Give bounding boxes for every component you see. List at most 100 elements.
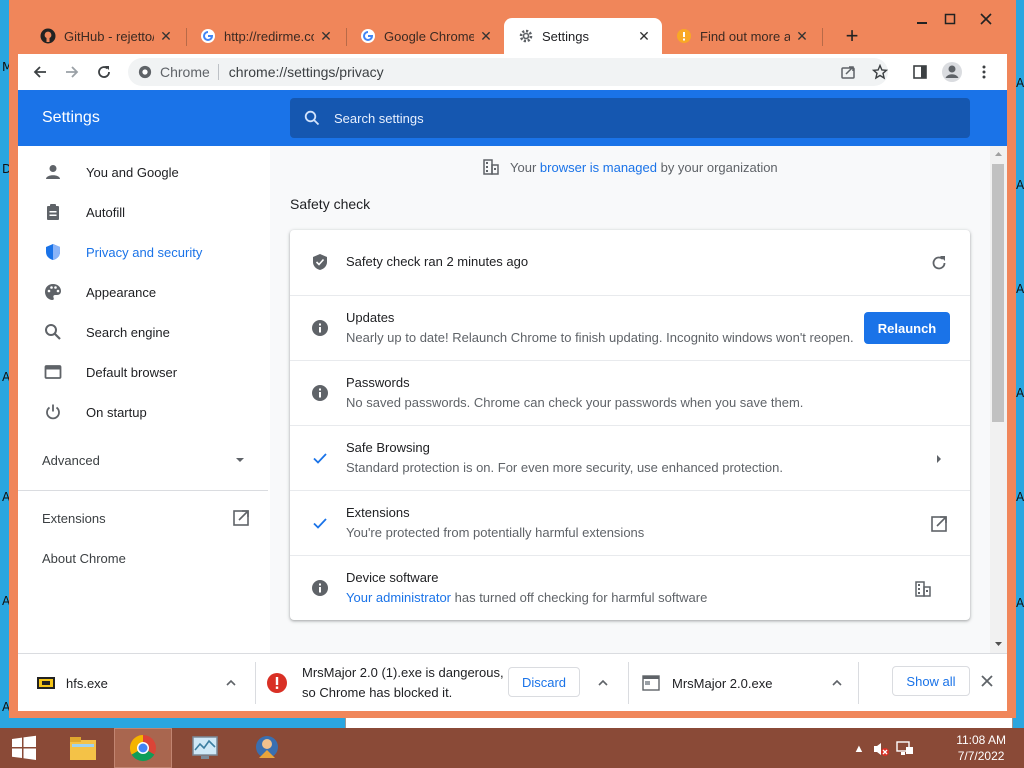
close-tab-icon[interactable]: ✕ [318,28,334,44]
desktop-icon-label: A [1016,178,1024,192]
search-input[interactable]: Search settings [290,98,970,138]
relaunch-button[interactable]: Relaunch [864,312,950,344]
close-download-bar-button[interactable] [980,674,994,691]
row-title: Safe Browsing [346,440,430,455]
sidebar-item-appearance[interactable]: Appearance [18,272,270,312]
download-item-hfs[interactable]: hfs.exe [36,654,251,712]
chevron-up-icon[interactable] [830,676,844,693]
tab-find-out-more[interactable]: Find out more ab ✕ [662,18,820,54]
managed-notice: Your browser is managed by your organiza… [482,158,778,176]
sidebar-item-label: Privacy and security [86,244,203,260]
star-icon [872,64,888,80]
download-warning-line1: MrsMajor 2.0 (1).exe is dangerous, [302,665,504,680]
clock-date: 7/7/2022 [957,749,1005,763]
sidebar-item-default-browser[interactable]: Default browser [18,352,270,392]
tab-google-chrome[interactable]: Google Chrome b ✕ [346,18,504,54]
side-panel-button[interactable] [906,58,934,86]
taskbar-app[interactable] [238,728,296,768]
more-vert-icon [982,65,986,79]
managed-link[interactable]: browser is managed [540,160,657,175]
tab-strip: GitHub - rejetto/h ✕ http://redirme.co ✕… [18,18,998,54]
chevron-up-icon[interactable] [596,676,610,693]
row-subtitle: Your administrator has turned off checki… [346,590,707,605]
safety-row-device-software: Device software Your administrator has t… [290,555,970,620]
tab-settings[interactable]: Settings ✕ [504,18,662,54]
network-icon[interactable] [896,740,914,758]
sidebar-item-extensions[interactable]: Extensions [18,498,270,538]
system-clock[interactable]: 11:08 AM 7/7/2022 [956,732,1006,764]
exe-file-icon [642,675,660,691]
sidebar-item-label: You and Google [86,164,179,180]
administrator-link[interactable]: Your administrator [346,590,451,605]
tab-title: Settings [542,28,589,44]
site-chip: Chrome [160,64,210,80]
sidebar-item-on-startup[interactable]: On startup [18,392,270,432]
show-all-button[interactable]: Show all [892,666,970,696]
safety-row-extensions[interactable]: Extensions You're protected from potenti… [290,490,970,555]
bookmark-button[interactable] [866,58,894,86]
sidebar-item-about-chrome[interactable]: About Chrome [18,538,270,578]
address-bar[interactable]: Chrome chrome://settings/privacy [128,58,888,86]
sidebar-item-privacy-and-security[interactable]: Privacy and security [18,232,270,272]
close-tab-icon[interactable]: ✕ [636,28,652,44]
check-icon [310,513,330,533]
close-tab-icon[interactable]: ✕ [158,28,174,44]
safety-row-passwords: Passwords No saved passwords. Chrome can… [290,360,970,425]
side-panel-icon [913,65,927,79]
start-button[interactable] [0,728,48,768]
power-icon [42,401,64,423]
download-separator [858,662,859,704]
back-button[interactable] [26,58,54,86]
menu-button[interactable] [970,58,998,86]
taskbar: ▲ 11:08 AM 7/7/2022 [0,728,1024,768]
tab-redirme[interactable]: http://redirme.co ✕ [186,18,344,54]
shield-check-icon [310,252,330,272]
chevron-up-icon[interactable] [224,676,238,693]
warning-icon [676,28,692,44]
tab-github[interactable]: GitHub - rejetto/h ✕ [26,18,184,54]
app-icon [256,736,278,758]
managed-prefix: Your [510,159,537,175]
desktop-icon-label: A [1016,282,1024,296]
share-button[interactable] [834,58,862,86]
volume-muted-icon[interactable] [872,740,890,758]
desktop-icon-label: A [1016,386,1024,400]
sidebar-item-search-engine[interactable]: Search engine [18,312,270,352]
sidebar-item-you-and-google[interactable]: You and Google [18,152,270,192]
avatar-icon [942,62,962,82]
profile-button[interactable] [938,58,966,86]
page-scrollbar[interactable] [990,146,1007,653]
search-placeholder: Search settings [334,110,424,126]
close-tab-icon[interactable]: ✕ [478,28,494,44]
hfs-file-icon [37,677,55,689]
google-icon [360,28,376,44]
sidebar-advanced[interactable]: Advanced [18,440,270,480]
close-tab-icon[interactable]: ✕ [794,28,810,44]
discard-button[interactable]: Discard [508,667,580,697]
taskbar-file-explorer[interactable] [54,728,112,768]
taskbar-chrome[interactable] [114,728,172,768]
sidebar-item-autofill[interactable]: Autofill [18,192,270,232]
safety-row-safe-browsing[interactable]: Safe Browsing Standard protection is on.… [290,425,970,490]
row-title: Extensions [346,505,410,520]
taskbar-task-manager[interactable] [176,728,234,768]
scroll-thumb[interactable] [992,164,1004,422]
settings-sidebar: You and Google Autofill Privacy and secu… [18,146,270,653]
row-subtitle: Standard protection is on. For even more… [346,460,783,475]
clipboard-icon [42,201,64,223]
reload-button[interactable] [90,58,118,86]
row-subtitle: Nearly up to date! Relaunch Chrome to fi… [346,330,854,345]
tab-title: Find out more ab [700,28,790,44]
scroll-up-icon[interactable] [990,148,1007,160]
new-tab-button[interactable]: + [836,18,868,54]
tray-chevron-icon[interactable]: ▲ [850,740,868,758]
download-item-mrsmajor[interactable]: MrsMajor 2.0.exe [642,654,852,712]
forward-button[interactable] [58,58,86,86]
tab-separator [822,28,823,46]
check-icon [310,448,330,468]
github-icon [40,28,56,44]
scroll-down-icon[interactable] [990,638,1007,650]
refresh-button[interactable] [928,252,950,274]
sidebar-item-label: Default browser [86,364,178,380]
desktop-icon-label: A [1016,76,1024,90]
